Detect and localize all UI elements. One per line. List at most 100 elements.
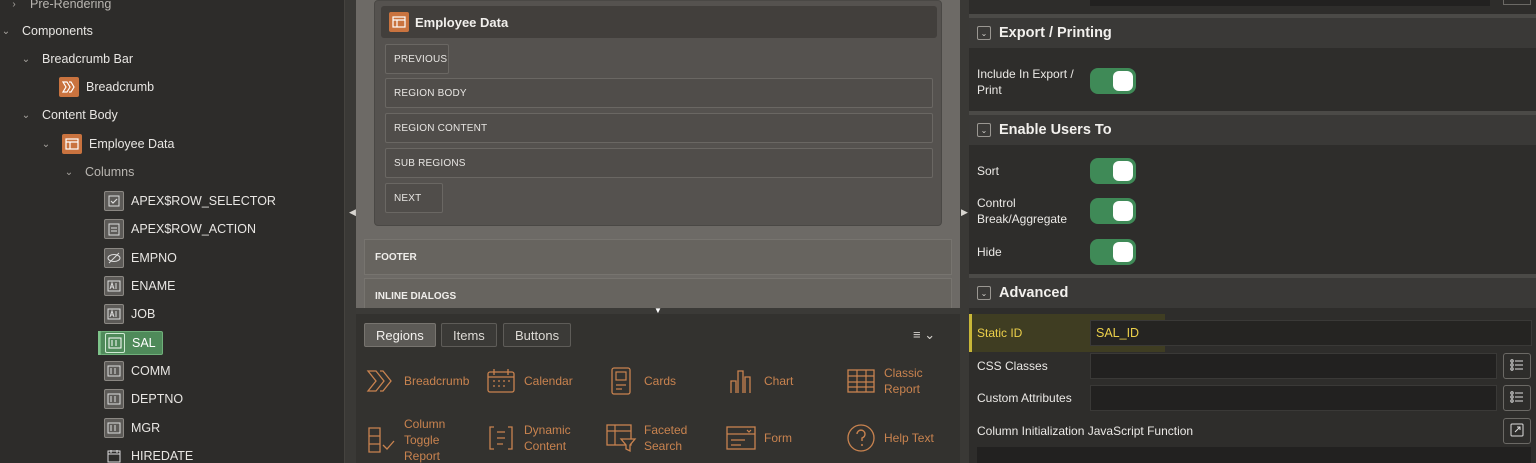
gallery-item-label: Dynamic Content <box>524 423 571 453</box>
list-icon <box>1510 358 1524 375</box>
custom-attributes-picker-button[interactable] <box>1503 385 1531 411</box>
chevron-right-icon[interactable]: › <box>8 0 20 10</box>
number-field-icon <box>105 333 125 353</box>
help-text-icon <box>844 423 878 453</box>
toggle-knob <box>1113 71 1133 91</box>
tree-node-column[interactable]: APEX$ROW_SELECTOR <box>0 188 344 214</box>
toggle-knob <box>1113 242 1133 262</box>
chevron-down-icon[interactable]: ⌄ <box>20 53 32 65</box>
truncated-field[interactable] <box>1090 0 1490 6</box>
group-title: Advanced <box>999 285 1069 301</box>
tab-regions[interactable]: Regions <box>364 323 436 347</box>
breadcrumb-icon <box>59 77 79 97</box>
static-id-input[interactable]: SAL_ID <box>1090 320 1532 346</box>
dynamic-content-icon <box>484 423 518 453</box>
slot-footer[interactable]: FOOTER <box>364 239 952 275</box>
gallery-item-calendar[interactable]: Calendar <box>484 361 573 401</box>
gallery-item-breadcrumb[interactable]: Breadcrumb <box>364 361 469 401</box>
group-advanced[interactable]: ⌄ Advanced <box>969 274 1536 308</box>
region-employee-data[interactable]: Employee Data PREVIOUS REGION BODY REGIO… <box>374 0 942 226</box>
control-break-toggle[interactable] <box>1090 198 1136 224</box>
collapse-left-icon[interactable]: ◀ <box>349 207 356 218</box>
tree-node-label: Content Body <box>42 108 118 122</box>
faceted-search-icon <box>604 423 638 453</box>
group-enable-users-to[interactable]: ⌄ Enable Users To <box>969 111 1536 145</box>
expand-icon <box>1510 423 1524 440</box>
tree-node-column[interactable]: COMM <box>0 358 344 384</box>
right-splitter[interactable]: ▶ <box>960 0 969 463</box>
gallery-item-label: Form <box>764 431 792 445</box>
gallery-item-help-text[interactable]: Help Text <box>844 418 934 458</box>
prop-label-static-id: Static ID <box>977 326 1023 340</box>
tree-node-pre-rendering[interactable]: › Pre-Rendering <box>0 0 344 17</box>
custom-attributes-input[interactable] <box>1090 385 1497 411</box>
tree-node-column[interactable]: DEPTNO <box>0 386 344 412</box>
chevron-down-icon[interactable]: ⌄ <box>63 166 75 178</box>
tree-node-column[interactable]: APEX$ROW_ACTION <box>0 216 344 242</box>
slot-previous[interactable]: PREVIOUS <box>385 44 449 74</box>
gallery-item-cards[interactable]: Cards <box>604 361 676 401</box>
tree-node-column[interactable]: EMPNO <box>0 245 344 271</box>
tree-node-content-body[interactable]: ⌄ Content Body <box>0 102 344 128</box>
gallery-item-label: Breadcrumb <box>404 374 470 388</box>
calendar-icon <box>484 366 518 396</box>
component-tree: › Pre-Rendering ⌄ Components ⌄ Breadcrum… <box>0 0 344 463</box>
collapse-icon[interactable]: ⌄ <box>977 123 991 137</box>
property-editor: ⌄ Export / Printing Include In Export / … <box>969 0 1536 463</box>
tree-node-breadcrumb-bar[interactable]: ⌄ Breadcrumb Bar <box>0 46 344 72</box>
chevron-down-icon[interactable]: ⌄ <box>40 138 52 150</box>
tab-items[interactable]: Items <box>441 323 497 347</box>
gallery-item-chart[interactable]: Chart <box>724 361 793 401</box>
prop-label-css-classes: CSS Classes <box>977 359 1048 373</box>
slot-region-body[interactable]: REGION BODY <box>385 78 933 108</box>
tree-node-column-selected[interactable]: SAL <box>0 330 344 356</box>
tree-node-breadcrumb[interactable]: Breadcrumb <box>0 74 344 100</box>
chevron-down-icon[interactable]: ⌄ <box>20 109 32 121</box>
slot-next[interactable]: NEXT <box>385 183 443 213</box>
toggle-knob <box>1113 201 1133 221</box>
tab-buttons[interactable]: Buttons <box>503 323 572 347</box>
slot-inline-dialogs[interactable]: INLINE DIALOGS <box>364 278 952 308</box>
tree-node-column[interactable]: ENAME <box>0 273 344 299</box>
expand-code-editor-button[interactable] <box>1503 418 1531 444</box>
chevron-down-icon[interactable]: ⌄ <box>0 25 12 37</box>
tree-node-column[interactable]: MGR <box>0 415 344 441</box>
tree-node-label: Employee Data <box>89 137 175 151</box>
collapse-right-icon[interactable]: ▶ <box>961 207 968 218</box>
slot-sub-regions[interactable]: SUB REGIONS <box>385 148 933 178</box>
region-header[interactable]: Employee Data <box>381 6 937 38</box>
left-splitter[interactable]: ◀ <box>344 0 356 463</box>
css-classes-input[interactable] <box>1090 353 1497 379</box>
tree-node-label: COMM <box>131 364 171 378</box>
collapse-icon[interactable]: ⌄ <box>977 26 991 40</box>
collapse-icon[interactable]: ⌄ <box>977 286 991 300</box>
gallery-item-label: Help Text <box>884 431 934 445</box>
gallery-item-faceted-search[interactable]: Faceted Search <box>604 418 688 458</box>
sort-toggle[interactable] <box>1090 158 1136 184</box>
gallery-menu-button[interactable]: ≡ ⌄ <box>913 327 935 343</box>
prop-label-hide: Hide <box>977 245 1002 259</box>
include-in-export-toggle[interactable] <box>1090 68 1136 94</box>
tree-node-employee-data[interactable]: ⌄ Employee Data <box>0 131 344 157</box>
gallery: Regions Items Buttons ≡ ⌄ Breadcrumb Cal… <box>356 314 960 463</box>
group-export-printing[interactable]: ⌄ Export / Printing <box>969 14 1536 48</box>
tree-node-column[interactable]: HIREDATE <box>0 443 344 463</box>
hide-toggle[interactable] <box>1090 239 1136 265</box>
form-icon <box>724 423 758 453</box>
gallery-item-label: Column Toggle Report <box>404 417 446 463</box>
chevron-down-icon: ⌄ <box>924 327 936 342</box>
tree-node-columns[interactable]: ⌄ Columns <box>0 159 344 185</box>
gallery-item-dynamic-content[interactable]: Dynamic Content <box>484 418 574 458</box>
gallery-item-column-toggle-report[interactable]: Column Toggle Report <box>364 417 454 463</box>
column-init-js-editor[interactable] <box>977 447 1531 463</box>
tree-node-column[interactable]: JOB <box>0 301 344 327</box>
tree-node-label: MGR <box>131 421 161 435</box>
gallery-item-classic-report[interactable]: Classic Report <box>844 361 928 401</box>
truncated-button[interactable] <box>1503 0 1531 5</box>
tree-node-components[interactable]: ⌄ Components <box>0 18 344 44</box>
css-classes-picker-button[interactable] <box>1503 353 1531 379</box>
tree-node-label: SAL <box>132 336 156 350</box>
gallery-item-form[interactable]: Form <box>724 418 792 458</box>
prop-label-sort: Sort <box>977 164 1000 178</box>
slot-region-content[interactable]: REGION CONTENT <box>385 113 933 143</box>
